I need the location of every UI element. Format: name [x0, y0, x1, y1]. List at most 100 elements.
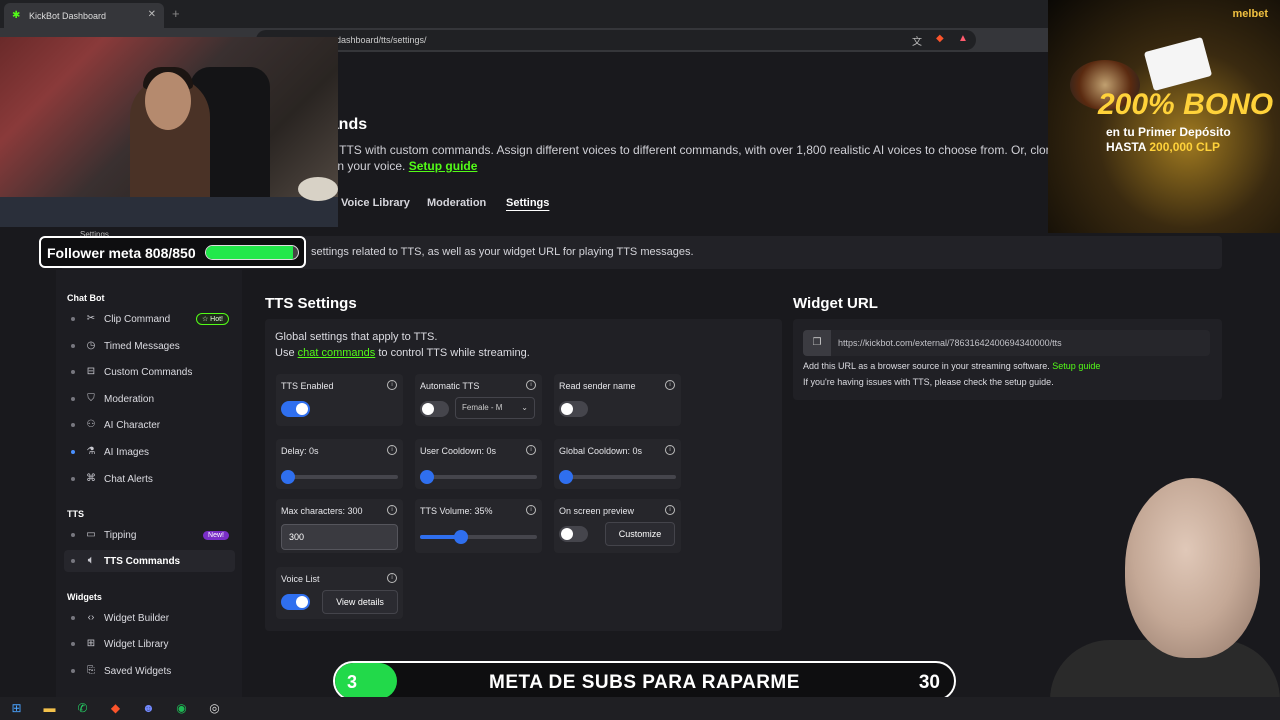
user-cooldown-label: User Cooldown: 0s — [420, 446, 497, 456]
save-icon: ⎘ — [87, 665, 95, 676]
kickbot-favicon-icon: ✱ — [12, 9, 21, 21]
global-cooldown-card: Global Cooldown: 0s i — [554, 439, 681, 489]
ad-line-1: en tu Primer Depósito — [1106, 125, 1231, 139]
tab-moderation[interactable]: Moderation — [427, 197, 486, 209]
meme-face-overlay — [1030, 470, 1280, 720]
tts-volume-slider[interactable] — [420, 530, 537, 544]
widget-setup-guide-link[interactable]: Setup guide — [1052, 361, 1100, 371]
user-cooldown-slider[interactable] — [420, 470, 537, 484]
tts-enabled-toggle[interactable] — [281, 401, 310, 417]
sidebar-item-timed-messages[interactable]: ◷ Timed Messages — [64, 335, 235, 357]
browser-tab-title: KickBot Dashboard — [29, 10, 107, 21]
delay-slider[interactable] — [281, 470, 398, 484]
chat-commands-link[interactable]: chat commands — [298, 347, 376, 359]
browser-tab[interactable]: ✱ KickBot Dashboard ✕ — [4, 3, 164, 28]
sidebar-item-ai-images[interactable]: ⚗ AI Images — [64, 441, 235, 463]
tag-icon: ⊟ — [86, 366, 96, 377]
max-chars-card: Max characters: 300 i 300 — [276, 499, 403, 553]
sidebar-item-saved-widgets[interactable]: ⎘ Saved Widgets — [64, 660, 235, 682]
setup-guide-link[interactable]: Setup guide — [409, 159, 478, 173]
global-cooldown-label: Global Cooldown: 0s — [559, 446, 643, 456]
close-tab-icon[interactable]: ✕ — [148, 9, 156, 20]
sidebar-item-widget-library[interactable]: ⊞ Widget Library — [64, 633, 235, 655]
hot-badge: ☆ Hot! — [195, 313, 229, 325]
ad-brand: melbet — [1232, 8, 1268, 20]
chevron-down-icon: ⌄ — [521, 403, 528, 412]
sidebar-section-widgets: Widgets — [67, 592, 102, 602]
sidebar-item-widget-builder[interactable]: ‹› Widget Builder — [64, 607, 235, 629]
info-icon[interactable]: i — [665, 380, 675, 390]
spotify-icon[interactable]: ◉ — [173, 700, 190, 717]
widget-url-help: Add this URL as a browser source in your… — [803, 361, 1101, 371]
sidebar-item-chat-alerts[interactable]: ⌘ Chat Alerts — [64, 468, 235, 490]
taskbar: ⊞ ▬ ✆ ◆ ☻ ◉ ◎ — [0, 697, 1280, 720]
tab-voice-library[interactable]: Voice Library — [341, 197, 410, 209]
max-chars-label: Max characters: 300 — [281, 506, 363, 516]
windows-start-icon[interactable]: ⊞ — [8, 700, 25, 717]
voice-select[interactable]: Female - M ⌄ — [455, 397, 535, 419]
on-screen-preview-toggle[interactable] — [559, 526, 588, 542]
tab-settings[interactable]: Settings — [506, 197, 549, 209]
info-icon[interactable]: i — [526, 445, 536, 455]
new-tab-icon[interactable]: + — [172, 6, 180, 21]
follower-goal-overlay: Follower meta 808/850 — [39, 236, 306, 268]
discord-icon[interactable]: ☻ — [140, 700, 157, 717]
global-cooldown-slider[interactable] — [559, 470, 676, 484]
url-input[interactable]: dashboard/tts/settings/ — [256, 30, 976, 50]
obs-icon[interactable]: ◎ — [206, 700, 223, 717]
shield-icon: ⛉ — [87, 393, 95, 404]
info-icon[interactable]: i — [665, 505, 675, 515]
sidebar-item-moderation[interactable]: ⛉ Moderation — [64, 388, 235, 410]
brave-rewards-icon[interactable]: ▲ — [958, 33, 968, 44]
info-icon[interactable]: i — [387, 445, 397, 455]
info-icon[interactable]: i — [665, 445, 675, 455]
new-badge: New! — [203, 530, 229, 540]
brave-shield-icon[interactable]: ◆ — [936, 33, 944, 44]
read-sender-card: Read sender name i — [554, 374, 681, 426]
user-cooldown-card: User Cooldown: 0s i — [415, 439, 542, 489]
info-icon[interactable]: i — [526, 380, 536, 390]
code-icon: ‹› — [87, 612, 95, 623]
automatic-tts-toggle[interactable] — [420, 401, 449, 417]
max-chars-input[interactable]: 300 — [281, 524, 398, 550]
widget-url-field[interactable]: ❐ https://kickbot.com/external/786316424… — [803, 330, 1210, 356]
voice-list-card: Voice List i View details — [276, 567, 403, 619]
tts-settings-title: TTS Settings — [265, 295, 357, 312]
sidebar-item-clip-command[interactable]: ✂ Clip Command ☆ Hot! — [64, 308, 235, 330]
playing-cards-icon — [1143, 36, 1213, 92]
tts-enabled-label: TTS Enabled — [281, 381, 334, 391]
on-screen-preview-label: On screen preview — [559, 506, 635, 516]
customize-button[interactable]: Customize — [605, 522, 675, 546]
view-details-button[interactable]: View details — [322, 590, 398, 614]
widget-url-title: Widget URL — [793, 295, 878, 312]
casino-ad-overlay: melbet 200% BONO en tu Primer Depósito H… — [1048, 0, 1280, 233]
speaker-icon: 🔈︎ — [88, 555, 94, 566]
info-icon[interactable]: i — [387, 380, 397, 390]
clock-icon: ◷ — [86, 340, 96, 351]
sidebar-section-chat-bot: Chat Bot — [67, 293, 105, 303]
info-icon[interactable]: i — [387, 505, 397, 515]
translate-icon[interactable]: 文 — [912, 33, 922, 48]
sidebar-item-tipping[interactable]: ▭ Tipping New! — [64, 524, 235, 546]
info-banner-text: settings related to TTS, as well as your… — [311, 246, 694, 258]
copy-icon[interactable]: ❐ — [803, 330, 831, 356]
info-icon[interactable]: i — [387, 573, 397, 583]
automatic-tts-card: Automatic TTS i Female - M ⌄ — [415, 374, 542, 426]
card-icon: ▭ — [86, 529, 96, 540]
brave-browser-icon[interactable]: ◆ — [107, 700, 124, 717]
subs-goal-text: META DE SUBS PARA RAPARME — [489, 672, 800, 693]
on-screen-preview-card: On screen preview i Customize — [554, 499, 681, 553]
whatsapp-icon[interactable]: ✆ — [74, 700, 91, 717]
delay-card: Delay: 0s i — [276, 439, 403, 489]
sidebar-item-tts-commands[interactable]: 🔈︎ TTS Commands — [64, 550, 235, 572]
page-description: gger TTS with custom commands. Assign di… — [312, 143, 1069, 173]
info-icon[interactable]: i — [526, 505, 536, 515]
file-explorer-icon[interactable]: ▬ — [41, 700, 58, 717]
tts-settings-desc: Global settings that apply to TTS. — [275, 331, 438, 343]
sidebar-item-custom-commands[interactable]: ⊟ Custom Commands — [64, 361, 235, 383]
read-sender-toggle[interactable] — [559, 401, 588, 417]
voice-list-toggle[interactable] — [281, 594, 310, 610]
automatic-tts-label: Automatic TTS — [420, 381, 480, 391]
follower-goal-text: Follower meta 808/850 — [47, 245, 196, 261]
sidebar-item-ai-character[interactable]: ⚇ AI Character — [64, 414, 235, 436]
